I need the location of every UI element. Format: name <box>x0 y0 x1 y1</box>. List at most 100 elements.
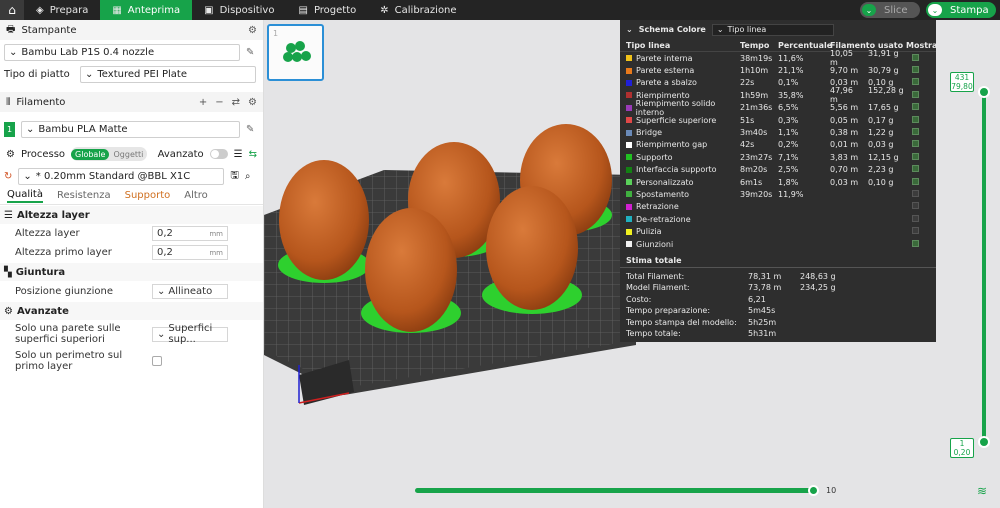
filament-section-header: ⦀ Filamento + − ⇄ ⚙ <box>0 92 263 112</box>
legend-row[interactable]: Parete esterna 1h10m 21,1% 9,70 m 30,79 g <box>620 64 936 76</box>
tab-supporto[interactable]: Supporto <box>125 190 171 201</box>
edit-printer-icon[interactable]: ✎ <box>246 47 254 58</box>
edit-filament-icon[interactable]: ✎ <box>246 124 254 135</box>
chevron-down-icon[interactable]: ⌄ <box>928 4 942 16</box>
color-swatch <box>626 203 632 210</box>
filament-slot-badge[interactable]: 1 <box>4 121 15 137</box>
show-checkbox[interactable] <box>912 165 919 173</box>
global-objects-toggle[interactable]: Globale Oggetti <box>71 147 148 161</box>
filament-select[interactable]: ⌄ Bambu PLA Matte <box>21 120 240 138</box>
chevron-down-icon: ⌄ <box>9 46 18 58</box>
search-icon[interactable]: ⌕ <box>245 171 251 182</box>
tab-prepara[interactable]: ◈ Prepara <box>24 0 100 20</box>
show-checkbox[interactable] <box>912 53 919 61</box>
list-icon[interactable]: ☰ <box>234 149 243 160</box>
show-checkbox[interactable] <box>912 239 919 247</box>
egg-model <box>365 208 457 332</box>
globale-option[interactable]: Globale <box>71 148 110 160</box>
legend-row[interactable]: Spostamento 39m20s 11,9% <box>620 188 936 200</box>
layer-bottom-handle[interactable] <box>978 436 990 448</box>
collapse-chevron-icon[interactable]: ⌄ <box>626 25 633 34</box>
only-one-perimeter-checkbox[interactable] <box>152 356 162 366</box>
legend-row[interactable]: Pulizia <box>620 225 936 237</box>
first-layer-height-input[interactable]: 0,2 mm <box>152 245 228 260</box>
show-checkbox[interactable] <box>912 78 919 86</box>
print-button[interactable]: ⌄ Stampa <box>926 2 996 18</box>
show-checkbox[interactable] <box>912 140 919 148</box>
plate-type-label: Tipo di piatto <box>4 68 70 80</box>
legend-row[interactable]: Personalizzato 6m1s 1,8% 0,03 m 0,10 g <box>620 176 936 188</box>
advanced-switch[interactable] <box>209 149 228 159</box>
layer-height-input[interactable]: 0,2 mm <box>152 226 228 241</box>
legend-row[interactable]: Riempimento solido interno 21m36s 6,5% 5… <box>620 99 936 117</box>
layers-stack-icon[interactable]: ≋ <box>977 484 987 498</box>
show-checkbox[interactable] <box>912 214 919 222</box>
legend-row[interactable]: Superficie superiore 51s 0,3% 0,05 m 0,17… <box>620 114 936 126</box>
reset-icon[interactable]: ↻ <box>4 171 12 182</box>
total-row: Tempo stampa del modello: 5h25m <box>626 317 777 327</box>
show-checkbox[interactable] <box>912 128 919 136</box>
legend-row[interactable]: Bridge 3m40s 1,1% 0,38 m 1,22 g <box>620 126 936 138</box>
slice-button[interactable]: ⌄ Slice <box>860 2 920 18</box>
layer-bottom-label: 1 0,20 <box>950 438 974 458</box>
layer-height-row: Altezza layer 0,2 mm <box>0 224 263 243</box>
show-checkbox[interactable] <box>912 177 919 185</box>
only-one-wall-select[interactable]: ⌄ Superfici sup... <box>152 323 228 345</box>
tab-dispositivo[interactable]: ▣ Dispositivo <box>192 0 286 20</box>
settings-panel: 🖶 Stampante ⚙ ⌄ Bambu Lab P1S 0.4 nozzle … <box>0 20 264 508</box>
show-checkbox[interactable] <box>912 189 919 197</box>
show-checkbox[interactable] <box>912 227 919 235</box>
color-swatch <box>626 154 632 161</box>
remove-icon[interactable]: − <box>215 97 223 108</box>
top-toolbar: ⌂ ◈ Prepara ▦ Anteprima ▣ Dispositivo ▤ Prog… <box>0 0 1000 20</box>
move-slider[interactable] <box>415 488 815 493</box>
compare-icon[interactable]: ⇆ <box>249 149 257 160</box>
move-slider-value: 10 <box>826 486 837 495</box>
tab-anteprima[interactable]: ▦ Anteprima <box>100 0 193 20</box>
printer-icon: 🖶 <box>6 23 16 35</box>
home-button[interactable]: ⌂ <box>0 0 24 20</box>
show-checkbox[interactable] <box>912 152 919 160</box>
seam-position-select[interactable]: ⌄ Allineato <box>152 283 228 299</box>
save-icon[interactable]: 🖫 <box>230 168 239 185</box>
chevron-down-icon: ⌄ <box>716 25 724 34</box>
add-icon[interactable]: + <box>199 97 207 108</box>
tab-resistenza[interactable]: Resistenza <box>57 190 111 201</box>
plate-number: 1 <box>273 29 279 38</box>
legend-row[interactable]: Parete interna 38m19s 11,6% 10,05 m 31,91… <box>620 49 936 67</box>
legend-row[interactable]: De-retrazione <box>620 213 936 225</box>
legend-row[interactable]: Giunzioni <box>620 238 936 250</box>
filament-settings-gear-icon[interactable]: ⚙ <box>248 97 257 108</box>
legend-row[interactable]: Supporto 23m27s 7,1% 3,83 m 12,15 g <box>620 151 936 163</box>
show-checkbox[interactable] <box>912 66 919 74</box>
layer-range-slider[interactable] <box>982 92 986 442</box>
sync-icon[interactable]: ⇄ <box>232 97 240 108</box>
show-checkbox[interactable] <box>912 103 919 111</box>
legend-row[interactable]: Interfaccia supporto 8m20s 2,5% 0,70 m 2,… <box>620 164 936 176</box>
printer-select[interactable]: ⌄ Bambu Lab P1S 0.4 nozzle <box>4 43 240 61</box>
move-slider-handle[interactable] <box>808 485 819 496</box>
chevron-down-icon[interactable]: ⌄ <box>862 4 876 16</box>
plate-type-select[interactable]: ⌄ Textured PEI Plate <box>80 65 256 83</box>
show-checkbox[interactable] <box>912 202 919 210</box>
legend-row[interactable]: Riempimento gap 42s 0,2% 0,01 m 0,03 g <box>620 139 936 151</box>
tab-calibrazione[interactable]: ✲ Calibrazione <box>368 0 468 20</box>
oggetti-option[interactable]: Oggetti <box>109 149 147 160</box>
show-checkbox[interactable] <box>912 115 919 123</box>
chevron-down-icon: ⌄ <box>157 285 166 297</box>
total-estimate-header: Stima totale <box>620 254 936 269</box>
tab-altro[interactable]: Altro <box>184 190 208 201</box>
show-checkbox[interactable] <box>912 90 919 98</box>
legend-row[interactable]: Retrazione <box>620 201 936 213</box>
calibration-icon: ✲ <box>380 4 389 16</box>
plate-thumbnail[interactable]: 1 <box>267 24 324 81</box>
printer-settings-gear-icon[interactable]: ⚙ <box>248 25 257 36</box>
tab-qualita[interactable]: Qualità <box>7 189 43 203</box>
egg-model <box>486 186 578 310</box>
layer-top-handle[interactable] <box>978 86 990 98</box>
chevron-down-icon: ⌄ <box>157 328 166 340</box>
process-profile-select[interactable]: ⌄ * 0.20mm Standard @BBL X1C <box>18 167 225 185</box>
color-swatch <box>626 241 632 248</box>
color-scheme-select[interactable]: ⌄ Tipo linea <box>711 23 834 36</box>
tab-progetto[interactable]: ▤ Progetto <box>286 0 368 20</box>
